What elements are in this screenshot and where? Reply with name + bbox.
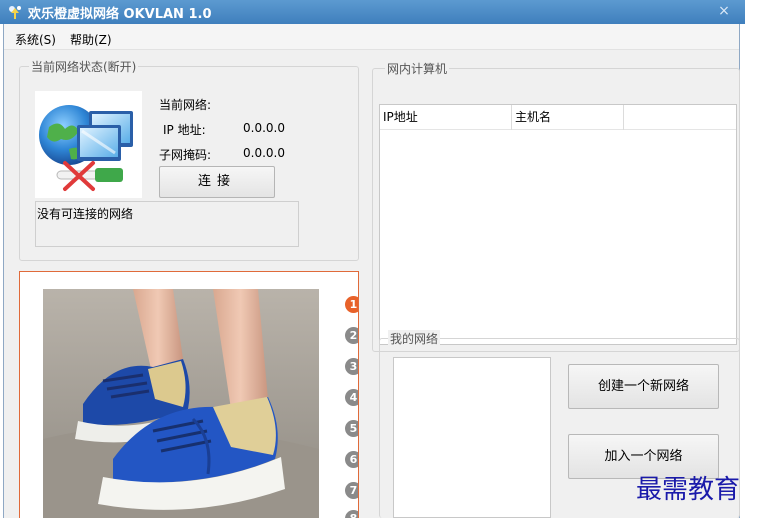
lan-group-title: 网内计算机 [385, 60, 450, 77]
ip-value: 0.0.0.0 [243, 121, 285, 135]
slide-dot-7[interactable]: 7 [345, 482, 358, 499]
status-message-box: 没有可连接的网络 [35, 201, 299, 247]
column-header-ip[interactable]: IP地址 [380, 105, 512, 130]
my-network-group-title: 我的网络 [388, 330, 441, 347]
status-message: 没有可连接的网络 [37, 207, 134, 221]
status-group: 当前网络状态(断开) 当前网络: IP 地址: 0.0.0.0 子网掩码: 0.… [19, 58, 359, 261]
subnet-value: 0.0.0.0 [243, 146, 285, 160]
slide-dot-2[interactable]: 2 [345, 327, 358, 344]
ip-label: IP 地址: [163, 123, 206, 137]
menu-system[interactable]: 系统(S) [15, 31, 56, 48]
slide-dot-6[interactable]: 6 [345, 451, 358, 468]
column-header-empty[interactable] [624, 105, 736, 130]
title-bar: 欢乐橙虚拟网络 OKVLAN 1.0 × [0, 0, 745, 24]
my-network-list[interactable] [393, 357, 551, 518]
slide-dot-5[interactable]: 5 [345, 420, 358, 437]
app-logo-icon [9, 6, 21, 19]
lan-computers-table[interactable]: IP地址 主机名 [379, 104, 737, 345]
table-header: IP地址 主机名 [380, 105, 736, 130]
ad-slideshow-panel: 1 2 3 4 5 6 7 8 [19, 271, 359, 518]
slide-dot-1[interactable]: 1 [345, 296, 358, 313]
close-button[interactable]: × [713, 1, 735, 21]
slide-dot-8[interactable]: 8 [345, 510, 358, 518]
window-title: 欢乐橙虚拟网络 OKVLAN 1.0 [28, 7, 212, 22]
menu-help[interactable]: 帮助(Z) [70, 31, 112, 48]
network-status-image [35, 91, 142, 198]
subnet-label: 子网掩码: [159, 148, 212, 162]
slide-dot-3[interactable]: 3 [345, 358, 358, 375]
ad-slide-image[interactable] [43, 289, 319, 518]
connect-button[interactable]: 连接 [159, 166, 275, 198]
watermark-text: 最需教育 [636, 475, 741, 505]
slide-dot-4[interactable]: 4 [345, 389, 358, 406]
create-network-button[interactable]: 创建一个新网络 [568, 364, 719, 409]
status-group-title: 当前网络状态(断开) [29, 58, 139, 75]
menu-bar: 系统(S) 帮助(Z) [4, 24, 739, 50]
shoe-photo [43, 289, 319, 518]
column-header-hostname[interactable]: 主机名 [512, 105, 624, 130]
current-network-label: 当前网络: [159, 98, 212, 112]
main-window: 系统(S) 帮助(Z) 当前网络状态(断开) 当前网络: IP 地址: 0.0.… [3, 24, 740, 518]
disconnected-network-icon [39, 105, 133, 191]
